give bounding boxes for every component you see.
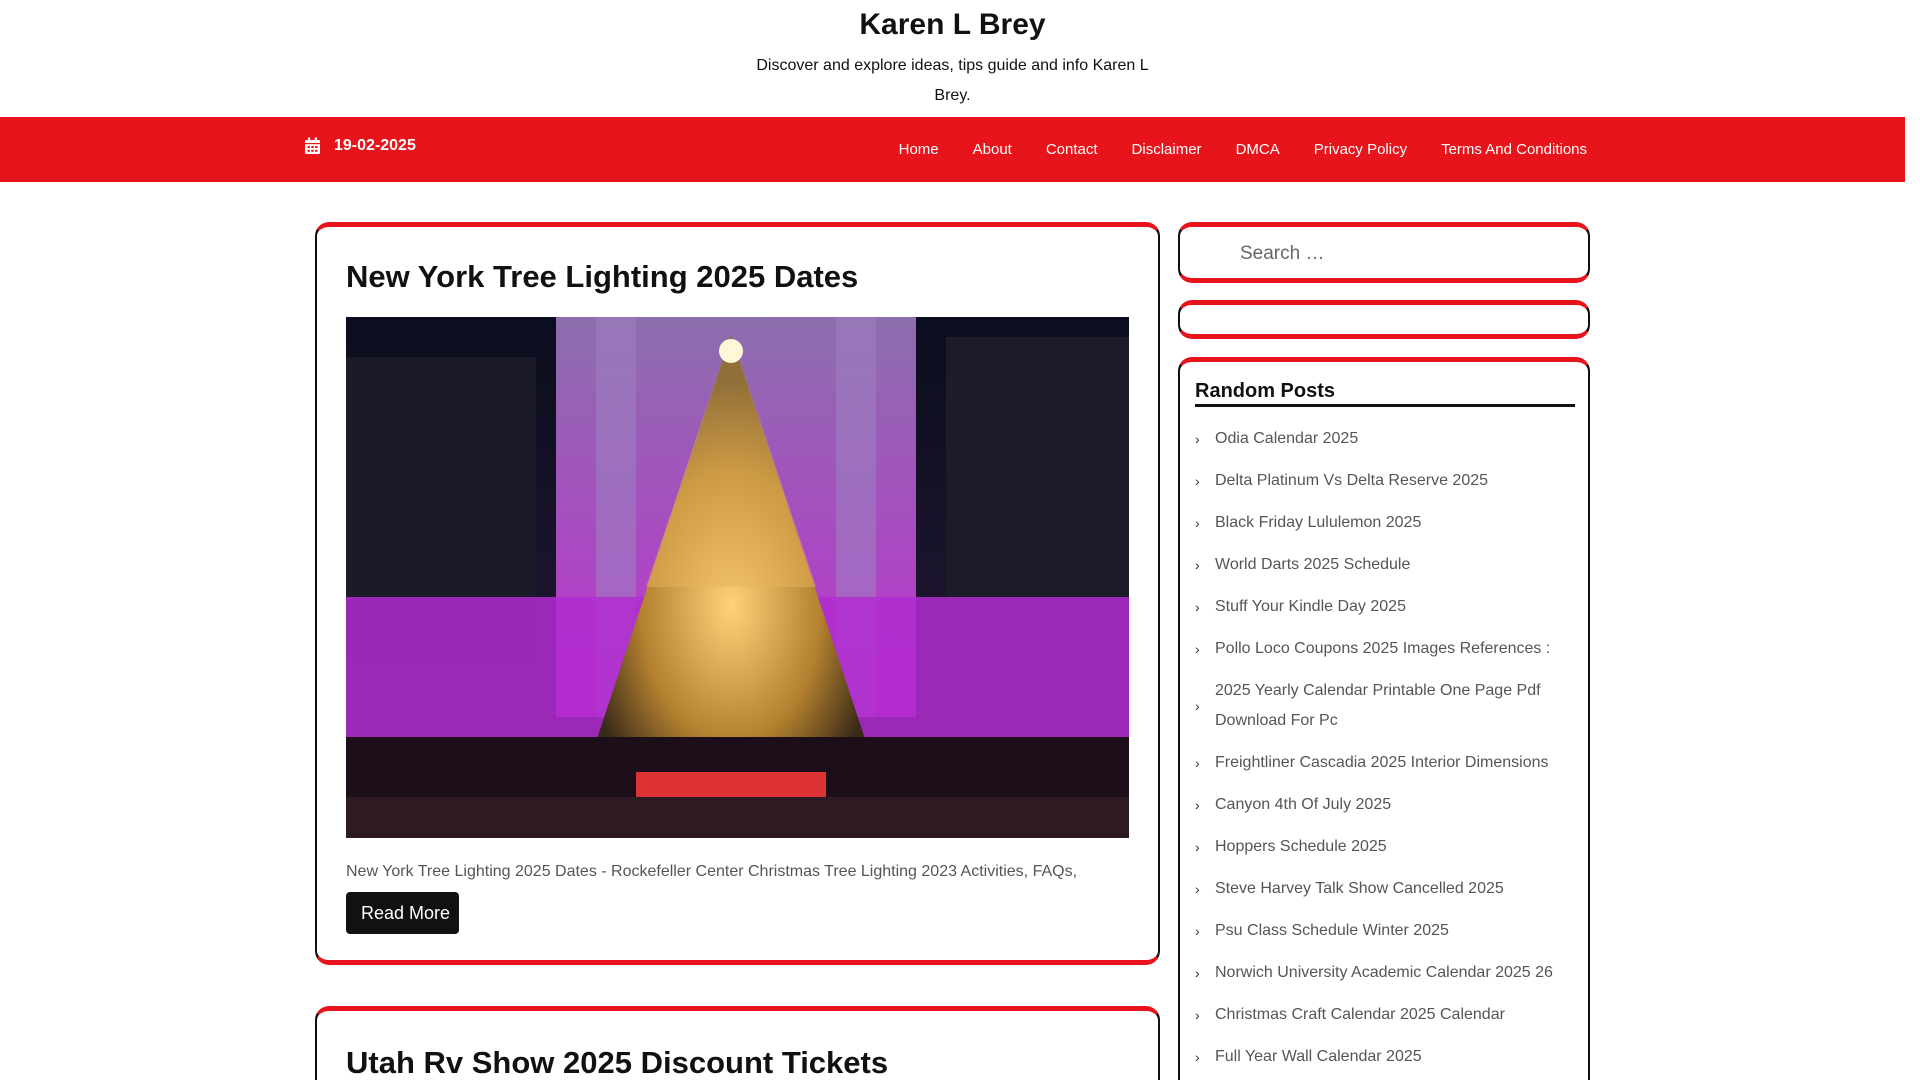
top-navigation-bar: 19-02-2025 Home About Contact Disclaimer… — [0, 117, 1905, 182]
widget-title: Random Posts — [1195, 380, 1575, 407]
chevron-right-icon: › — [1195, 641, 1200, 657]
list-item[interactable]: › Freightliner Cascadia 2025 Interior Dim… — [1195, 748, 1575, 778]
post-featured-image[interactable] — [346, 317, 1129, 838]
list-item[interactable]: › Psu Class Schedule Winter 2025 — [1195, 916, 1575, 946]
nav-about[interactable]: About — [973, 141, 1012, 158]
list-item[interactable]: › Delta Platinum Vs Delta Reserve 2025 — [1195, 466, 1575, 496]
nav-terms-and-conditions[interactable]: Terms And Conditions — [1441, 141, 1587, 158]
chevron-right-icon: › — [1195, 1007, 1200, 1023]
nav-disclaimer[interactable]: Disclaimer — [1132, 141, 1202, 158]
nav-privacy-policy[interactable]: Privacy Policy — [1314, 141, 1407, 158]
post-excerpt: New York Tree Lighting 2025 Dates - Rock… — [346, 863, 1078, 880]
site-title[interactable]: Karen L Brey — [0, 8, 1905, 42]
search-widget — [1178, 222, 1590, 283]
current-date: 19-02-2025 — [304, 137, 416, 155]
post-card: New York Tree Lighting 2025 Dates New Yo… — [315, 222, 1160, 965]
nav-dmca[interactable]: DMCA — [1236, 141, 1280, 158]
list-item[interactable]: › 2025 Yearly Calendar Printable One Page… — [1195, 676, 1575, 736]
chevron-right-icon: › — [1195, 839, 1200, 855]
search-input[interactable] — [1240, 239, 1560, 269]
list-item[interactable]: › Odia Calendar 2025 — [1195, 424, 1575, 454]
list-item[interactable]: › Stuff Your Kindle Day 2025 — [1195, 592, 1575, 622]
nav-contact[interactable]: Contact — [1046, 141, 1098, 158]
list-item[interactable]: › Christmas Craft Calendar 2025 Calendar — [1195, 1000, 1575, 1030]
chevron-right-icon: › — [1195, 698, 1200, 714]
list-item[interactable]: › Steve Harvey Talk Show Cancelled 2025 — [1195, 874, 1575, 904]
calendar-icon — [305, 137, 320, 154]
list-item[interactable]: › Pollo Loco Coupons 2025 Images Referenc… — [1195, 634, 1575, 664]
empty-widget — [1178, 300, 1590, 339]
site-header: Karen L Brey Discover and explore ideas,… — [0, 0, 1905, 117]
chevron-right-icon: › — [1195, 1049, 1200, 1065]
site-description: Discover and explore ideas, tips guide a… — [756, 57, 1149, 104]
list-item[interactable]: › Full Year Wall Calendar 2025 — [1195, 1042, 1575, 1072]
chevron-right-icon: › — [1195, 965, 1200, 981]
random-posts-widget: Random Posts › Odia Calendar 2025 › Delta … — [1178, 357, 1590, 1080]
chevron-right-icon: › — [1195, 473, 1200, 489]
random-posts-list: › Odia Calendar 2025 › Delta Platinum Vs D… — [1195, 424, 1575, 1080]
list-item[interactable]: › Hoppers Schedule 2025 — [1195, 832, 1575, 862]
read-more-button[interactable]: Read More — [346, 892, 460, 934]
chevron-right-icon: › — [1195, 881, 1200, 897]
post-title[interactable]: Utah Rv Show 2025 Discount Tickets — [346, 1045, 888, 1080]
nav-home[interactable]: Home — [899, 141, 939, 158]
chevron-right-icon: › — [1195, 755, 1200, 771]
list-item[interactable]: › Canyon 4th Of July 2025 — [1195, 790, 1575, 820]
main-nav: Home About Contact Disclaimer DMCA Priva… — [865, 117, 1587, 182]
list-item[interactable]: › Norwich University Academic Calendar 20… — [1195, 958, 1575, 988]
chevron-right-icon: › — [1195, 515, 1200, 531]
chevron-right-icon: › — [1195, 557, 1200, 573]
post-title[interactable]: New York Tree Lighting 2025 Dates — [346, 259, 858, 295]
date-text: 19-02-2025 — [334, 137, 416, 154]
list-item[interactable]: › World Darts 2025 Schedule — [1195, 550, 1575, 580]
chevron-right-icon: › — [1195, 923, 1200, 939]
post-card: Utah Rv Show 2025 Discount Tickets — [315, 1006, 1160, 1080]
chevron-right-icon: › — [1195, 599, 1200, 615]
chevron-right-icon: › — [1195, 797, 1200, 813]
list-item[interactable]: › Black Friday Lululemon 2025 — [1195, 508, 1575, 538]
chevron-right-icon: › — [1195, 431, 1200, 447]
